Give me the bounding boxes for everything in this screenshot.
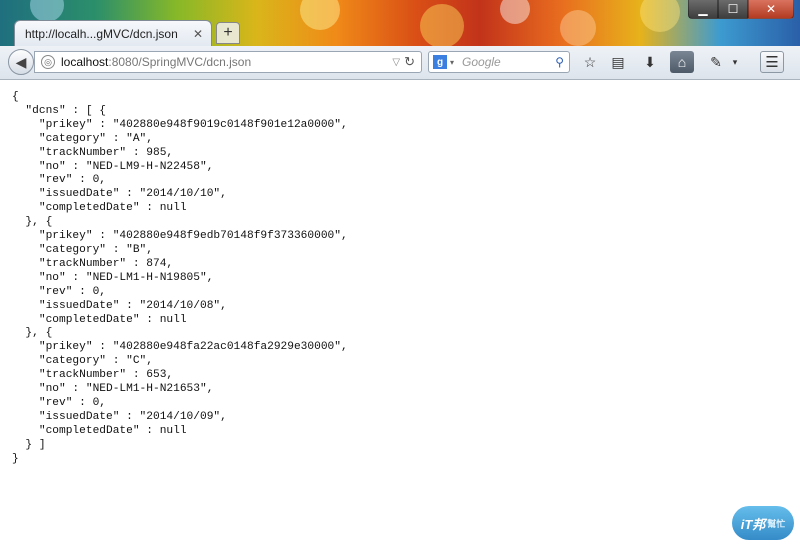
page-content: { "dcns" : [ { "prikey" : "402880e948f90…	[0, 81, 800, 544]
browser-tab[interactable]: http://localh...gMVC/dcn.json ✕	[14, 20, 212, 46]
decor-bubble	[30, 0, 64, 22]
decor-bubble	[640, 0, 680, 32]
back-button[interactable]: ◀	[8, 49, 34, 75]
search-engine-icon[interactable]: g	[433, 55, 447, 69]
decor-bubble	[420, 4, 464, 48]
navigation-bar: ◀ ◎ localhost:8080/SpringMVC/dcn.json ▽ …	[0, 46, 800, 80]
download-icon[interactable]: ⬇	[638, 51, 662, 73]
address-bar[interactable]: ◎ localhost:8080/SpringMVC/dcn.json ▽ ↻	[34, 51, 422, 73]
chevron-down-icon[interactable]: ▾	[728, 51, 742, 73]
tab-close-icon[interactable]: ✕	[193, 27, 203, 41]
url-path: :8080/SpringMVC/dcn.json	[108, 55, 252, 69]
library-icon[interactable]: ▤	[606, 51, 630, 73]
star-icon[interactable]: ☆	[578, 51, 602, 73]
minimize-button[interactable]: ▁	[688, 0, 718, 19]
decor-bubble	[560, 10, 596, 46]
title-bar: ▁ ☐ ✕ http://localh...gMVC/dcn.json ✕ +	[0, 0, 800, 48]
window-controls: ▁ ☐ ✕	[688, 0, 794, 19]
tab-title: http://localh...gMVC/dcn.json	[25, 26, 178, 41]
search-bar[interactable]: g ▾ Google ⚲	[428, 51, 570, 73]
url-host: localhost	[61, 55, 109, 69]
close-window-button[interactable]: ✕	[748, 0, 794, 19]
menu-icon[interactable]: ☰	[760, 51, 784, 73]
decor-bubble	[300, 0, 340, 30]
url-dropdown-icon[interactable]: ▽	[392, 57, 400, 68]
search-engine-dropdown-icon[interactable]: ▾	[450, 58, 454, 67]
addon-icon[interactable]: ✎	[704, 51, 728, 73]
watermark-sub: 幫忙	[767, 518, 786, 529]
watermark-main: iT邦	[740, 516, 766, 532]
site-identity-icon[interactable]: ◎	[41, 55, 55, 69]
ithome-watermark-logo: iT邦 幫忙	[732, 506, 794, 540]
reload-icon[interactable]: ↻	[404, 54, 415, 70]
search-input[interactable]: Google	[462, 55, 555, 69]
decor-bubble	[500, 0, 530, 24]
maximize-button[interactable]: ☐	[718, 0, 748, 19]
json-document: { "dcns" : [ { "prikey" : "402880e948f90…	[12, 91, 348, 465]
new-tab-button[interactable]: +	[216, 22, 240, 44]
search-icon[interactable]: ⚲	[555, 55, 564, 69]
home-icon[interactable]: ⌂	[670, 51, 694, 73]
